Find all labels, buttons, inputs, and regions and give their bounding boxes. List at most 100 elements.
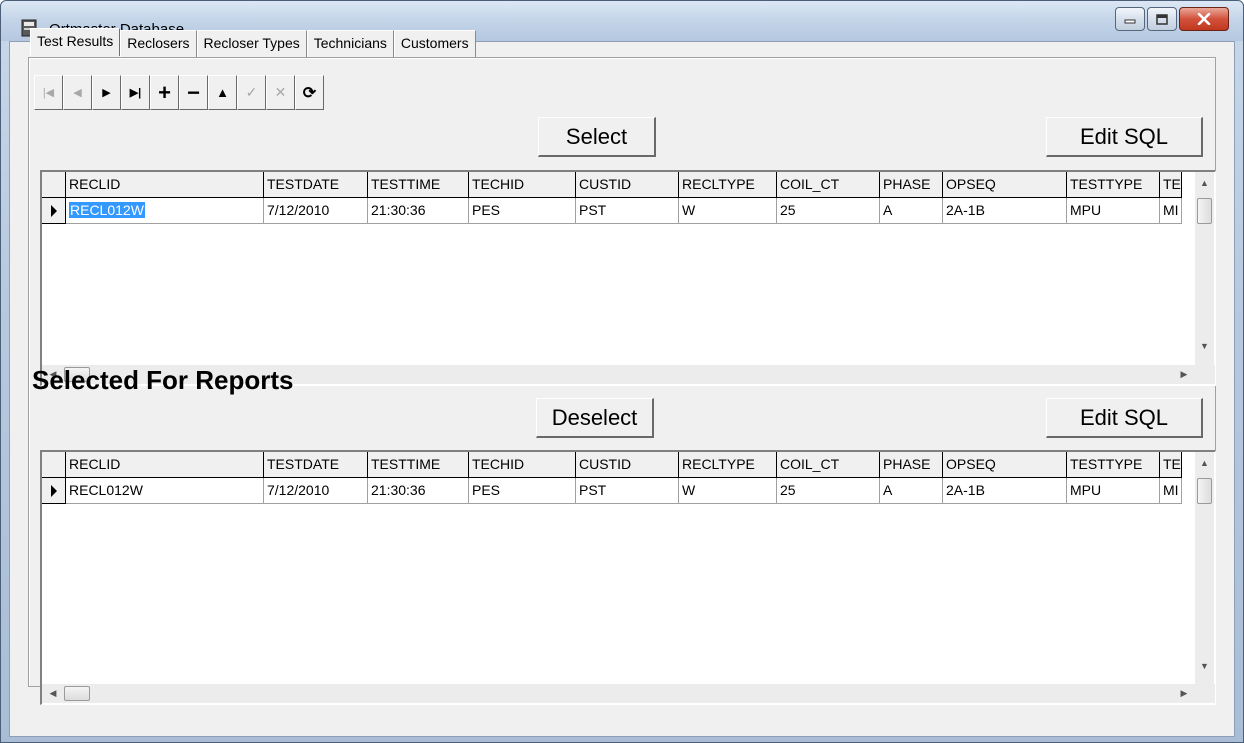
tab-recloser-types[interactable]: Recloser Types [196, 30, 307, 58]
cell-testtime[interactable]: 21:30:36 [368, 478, 469, 504]
tab-customers[interactable]: Customers [393, 30, 476, 58]
test-results-grid[interactable]: RECLID TESTDATE TESTTIME TECHID CUSTID R… [40, 170, 1216, 386]
tab-reclosers[interactable]: Reclosers [120, 30, 197, 58]
row-pointer-icon [50, 484, 57, 497]
edit-sql-top-button[interactable]: Edit SQL [1046, 117, 1203, 157]
header-indicator-cell [42, 452, 66, 478]
cell-recltype[interactable]: W [679, 478, 777, 504]
col-header-testtype[interactable]: TESTTYPE [1067, 452, 1160, 478]
cell-coil-ct[interactable]: 25 [777, 198, 880, 224]
col-header-testdate[interactable]: TESTDATE [264, 172, 368, 198]
next-record-icon: ▶ [102, 87, 111, 99]
cell-testtype[interactable]: MPU [1067, 198, 1160, 224]
col-header-custid[interactable]: CUSTID [576, 172, 679, 198]
horizontal-scroll-thumb[interactable] [64, 686, 90, 701]
cell-opseq[interactable]: 2A-1B [943, 478, 1067, 504]
nav-last-button[interactable]: ▶| [121, 75, 150, 110]
cell-phase[interactable]: A [880, 198, 943, 224]
col-header-opseq[interactable]: OPSEQ [943, 172, 1067, 198]
cell-opseq[interactable]: 2A-1B [943, 198, 1067, 224]
col-header-techid[interactable]: TECHID [469, 172, 576, 198]
col-header-opseq[interactable]: OPSEQ [943, 452, 1067, 478]
scroll-left-icon[interactable]: ◀ [44, 684, 62, 703]
cell-reclid[interactable]: RECL012W [66, 478, 264, 504]
maximize-button[interactable] [1147, 7, 1177, 31]
horizontal-scrollbar[interactable]: ◀ ▶ [42, 684, 1215, 703]
col-header-custid[interactable]: CUSTID [576, 452, 679, 478]
minimize-button[interactable] [1115, 7, 1145, 31]
tab-technicians[interactable]: Technicians [306, 30, 394, 58]
header-row: RECLID TESTDATE TESTTIME TECHID CUSTID R… [42, 452, 1182, 478]
vertical-scrollbar[interactable]: ▲ ▼ [1195, 452, 1214, 684]
scroll-down-icon[interactable]: ▼ [1195, 657, 1214, 675]
deselect-button[interactable]: Deselect [536, 398, 654, 438]
selected-reports-grid[interactable]: RECLID TESTDATE TESTTIME TECHID CUSTID R… [40, 450, 1216, 705]
col-header-techid[interactable]: TECHID [469, 452, 576, 478]
current-row-indicator [42, 478, 66, 504]
nav-refresh-button[interactable]: ⟳ [295, 75, 324, 110]
cell-techid[interactable]: PES [469, 478, 576, 504]
nav-next-button[interactable]: ▶ [92, 75, 121, 110]
refresh-icon: ⟳ [302, 84, 317, 102]
cell-reclid[interactable]: RECL012W [66, 198, 264, 224]
scroll-right-icon[interactable]: ▶ [1175, 365, 1193, 384]
scroll-right-icon[interactable]: ▶ [1175, 684, 1193, 703]
cell-coil-ct[interactable]: 25 [777, 478, 880, 504]
vertical-scroll-thumb[interactable] [1197, 198, 1212, 224]
vertical-scroll-thumb[interactable] [1197, 478, 1212, 504]
cell-recltype[interactable]: W [679, 198, 777, 224]
col-header-reclid[interactable]: RECLID [66, 172, 264, 198]
select-button[interactable]: Select [538, 117, 656, 157]
col-header-coil-ct[interactable]: COIL_CT [777, 172, 880, 198]
scroll-up-icon[interactable]: ▲ [1195, 454, 1214, 472]
close-button[interactable] [1179, 7, 1229, 31]
cell-testtime[interactable]: 21:30:36 [368, 198, 469, 224]
nav-edit-button[interactable]: ▲ [208, 75, 237, 110]
cell-testdate[interactable]: 7/12/2010 [264, 198, 368, 224]
edit-sql-bottom-button[interactable]: Edit SQL [1046, 398, 1203, 438]
col-header-testtime[interactable]: TESTTIME [368, 172, 469, 198]
nav-post-button[interactable]: ✓ [237, 75, 266, 110]
table-row[interactable]: RECL012W 7/12/2010 21:30:36 PES PST W 25… [42, 198, 1182, 224]
header-row: RECLID TESTDATE TESTTIME TECHID CUSTID R… [42, 172, 1182, 198]
nav-delete-button[interactable]: − [179, 75, 208, 110]
cell-custid[interactable]: PST [576, 198, 679, 224]
tab-test-results[interactable]: Test Results [30, 28, 121, 56]
nav-cancel-button[interactable]: ✕ [266, 75, 295, 110]
col-header-reclid[interactable]: RECLID [66, 452, 264, 478]
col-header-phase[interactable]: PHASE [880, 452, 943, 478]
minimize-icon [1124, 19, 1136, 24]
plus-icon: + [158, 79, 171, 105]
col-header-testtype[interactable]: TESTTYPE [1067, 172, 1160, 198]
current-row-indicator [42, 198, 66, 224]
header-indicator-cell [42, 172, 66, 198]
nav-insert-button[interactable]: + [150, 75, 179, 110]
col-header-te[interactable]: TE [1160, 172, 1182, 198]
cell-reclid-text: RECL012W [69, 202, 145, 218]
col-header-testdate[interactable]: TESTDATE [264, 452, 368, 478]
cancel-x-icon: ✕ [274, 84, 287, 100]
nav-first-button[interactable]: |◀ [34, 75, 63, 110]
cell-techid[interactable]: PES [469, 198, 576, 224]
nav-prior-button[interactable]: ◀ [63, 75, 92, 110]
col-header-recltype[interactable]: RECLTYPE [679, 172, 777, 198]
cell-testdate[interactable]: 7/12/2010 [264, 478, 368, 504]
edit-up-icon: ▲ [216, 85, 229, 100]
minus-icon: − [187, 79, 200, 105]
scroll-down-icon[interactable]: ▼ [1195, 337, 1214, 355]
cell-phase[interactable]: A [880, 478, 943, 504]
checkmark-icon: ✓ [245, 84, 258, 100]
scroll-up-icon[interactable]: ▲ [1195, 174, 1214, 192]
cell-custid[interactable]: PST [576, 478, 679, 504]
vertical-scrollbar[interactable]: ▲ ▼ [1195, 172, 1214, 365]
col-header-te[interactable]: TE [1160, 452, 1182, 478]
col-header-phase[interactable]: PHASE [880, 172, 943, 198]
col-header-recltype[interactable]: RECLTYPE [679, 452, 777, 478]
cell-te[interactable]: MI [1160, 198, 1182, 224]
cell-te[interactable]: MI [1160, 478, 1182, 504]
cell-testtype[interactable]: MPU [1067, 478, 1160, 504]
table-row[interactable]: RECL012W 7/12/2010 21:30:36 PES PST W 25… [42, 478, 1182, 504]
maximize-icon [1156, 13, 1168, 25]
col-header-testtime[interactable]: TESTTIME [368, 452, 469, 478]
col-header-coil-ct[interactable]: COIL_CT [777, 452, 880, 478]
